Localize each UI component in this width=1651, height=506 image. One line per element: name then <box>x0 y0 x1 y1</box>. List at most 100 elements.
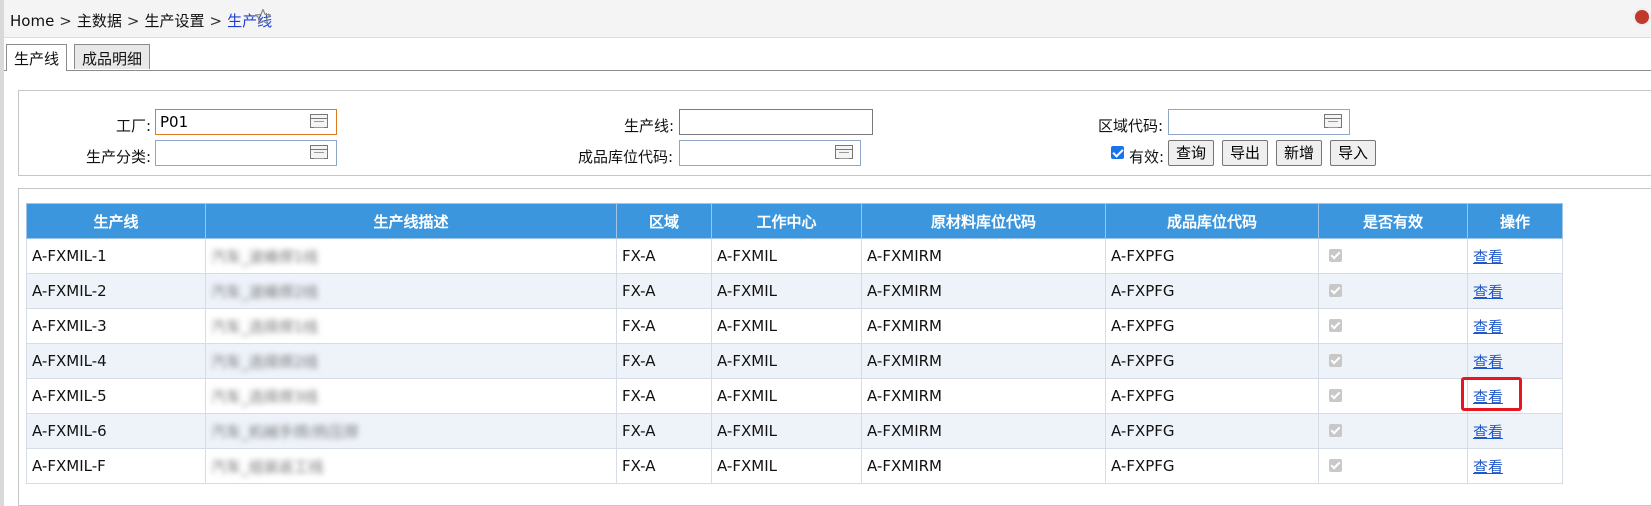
cell-production-line-text: A-FXMIL-3 <box>32 317 107 335</box>
cell-raw-material-location-text: A-FXMIRM <box>867 317 942 335</box>
cell-production-line: A-FXMIL-2 <box>26 273 206 309</box>
cell-description-text: 汽车_波峰焊1线 <box>211 247 319 266</box>
production-category-label: 生产分类: <box>86 148 152 166</box>
table-header-row: 生产线 生产线描述 区域 工作中心 原材料库位代码 成品库位代码 是否有效 操作 <box>26 203 1563 239</box>
table-row[interactable]: A-FXMIL-6 汽车_机械手焊/热压焊 FX-A A-FXMIL A-FXMIRM A… <box>26 413 1563 449</box>
cell-product-location-text: A-FXPFG <box>1111 387 1175 405</box>
product-location-label: 成品库位代码: <box>578 148 674 166</box>
cell-work-center: A-FXMIL <box>711 238 862 274</box>
production-line-label: 生产线: <box>624 117 675 135</box>
column-header[interactable]: 工作中心 <box>711 203 862 239</box>
star-outline-icon[interactable] <box>254 8 272 26</box>
left-frame-edge <box>0 0 4 506</box>
disabled-checkbox-icon <box>1329 249 1342 262</box>
cell-work-center-text: A-FXMIL <box>717 247 777 265</box>
cell-description: 汽车_选择焊2线 <box>205 343 617 379</box>
breadcrumb-production-settings[interactable]: 生产设置 <box>144 12 204 30</box>
cell-work-center-text: A-FXMIL <box>717 317 777 335</box>
add-button[interactable]: 新增 <box>1276 140 1323 166</box>
cell-valid <box>1318 308 1468 344</box>
breadcrumb-separator: > <box>59 12 72 30</box>
query-button[interactable]: 查询 <box>1168 140 1215 166</box>
view-link[interactable]: 查看 <box>1473 248 1503 266</box>
cell-raw-material-location: A-FXMIRM <box>861 238 1106 274</box>
column-header[interactable]: 原材料库位代码 <box>861 203 1106 239</box>
view-link[interactable]: 查看 <box>1473 458 1503 476</box>
view-link[interactable]: 查看 <box>1473 283 1503 301</box>
calendar-icon[interactable] <box>835 145 853 159</box>
production-line-input[interactable] <box>679 109 873 135</box>
column-header[interactable]: 区域 <box>616 203 712 239</box>
cell-raw-material-location: A-FXMIRM <box>861 448 1106 484</box>
cell-production-line: A-FXMIL-1 <box>26 238 206 274</box>
table-row[interactable]: A-FXMIL-1 汽车_波峰焊1线 FX-A A-FXMIL A-FXMIRM A-FX… <box>26 238 1563 274</box>
view-link[interactable]: 查看 <box>1473 318 1503 336</box>
cell-product-location-text: A-FXPFG <box>1111 352 1175 370</box>
area-code-input[interactable] <box>1168 109 1350 135</box>
cell-area-text: FX-A <box>622 352 656 370</box>
cell-work-center: A-FXMIL <box>711 413 862 449</box>
disabled-checkbox-icon <box>1329 284 1342 297</box>
disabled-checkbox-icon <box>1329 319 1342 332</box>
cell-product-location-text: A-FXPFG <box>1111 422 1175 440</box>
breadcrumb: Home > 主数据 > 生产设置 > 生产线 <box>10 10 272 31</box>
table-row[interactable]: A-FXMIL-5 汽车_选择焊3线 FX-A A-FXMIL A-FXMIRM A-FX… <box>26 378 1563 414</box>
table-row[interactable]: A-FXMIL-4 汽车_选择焊2线 FX-A A-FXMIL A-FXMIRM A-FX… <box>26 343 1563 379</box>
cell-production-line: A-FXMIL-5 <box>26 378 206 414</box>
column-header[interactable]: 是否有效 <box>1318 203 1468 239</box>
cell-action: 查看 <box>1467 343 1563 379</box>
cell-valid <box>1318 378 1468 414</box>
cell-area: FX-A <box>616 273 712 309</box>
cell-description: 汽车_波峰焊1线 <box>205 238 617 274</box>
table-row[interactable]: A-FXMIL-3 汽车_选择焊1线 FX-A A-FXMIL A-FXMIRM A-FX… <box>26 308 1563 344</box>
cell-product-location: A-FXPFG <box>1105 413 1319 449</box>
breadcrumb-master-data[interactable]: 主数据 <box>77 12 122 30</box>
cell-description: 汽车_选择焊1线 <box>205 308 617 344</box>
tab-production-line[interactable]: 生产线 <box>6 44 68 71</box>
cell-production-line-text: A-FXMIL-1 <box>32 247 107 265</box>
cell-production-line: A-FXMIL-4 <box>26 343 206 379</box>
cell-production-line: A-FXMIL-3 <box>26 308 206 344</box>
valid-checkbox[interactable] <box>1111 146 1124 159</box>
cell-product-location: A-FXPFG <box>1105 378 1319 414</box>
cell-area-text: FX-A <box>622 457 656 475</box>
import-button[interactable]: 导入 <box>1330 140 1377 166</box>
cell-raw-material-location: A-FXMIRM <box>861 378 1106 414</box>
cell-raw-material-location: A-FXMIRM <box>861 273 1106 309</box>
cell-product-location: A-FXPFG <box>1105 238 1319 274</box>
column-header[interactable]: 成品库位代码 <box>1105 203 1319 239</box>
cell-product-location-text: A-FXPFG <box>1111 457 1175 475</box>
cell-action: 查看 <box>1467 308 1563 344</box>
column-header[interactable]: 生产线 <box>26 203 206 239</box>
cell-description: 汽车_组装返工线 <box>205 448 617 484</box>
calendar-icon[interactable] <box>310 114 328 128</box>
factory-label: 工厂: <box>116 117 152 135</box>
column-header[interactable]: 操作 <box>1467 203 1563 239</box>
table-row[interactable]: A-FXMIL-2 汽车_波峰焊2线 FX-A A-FXMIL A-FXMIRM A-FX… <box>26 273 1563 309</box>
cell-product-location: A-FXPFG <box>1105 308 1319 344</box>
cell-area-text: FX-A <box>622 387 656 405</box>
disabled-checkbox-icon <box>1329 459 1342 472</box>
cell-area: FX-A <box>616 378 712 414</box>
cell-work-center: A-FXMIL <box>711 273 862 309</box>
calendar-icon[interactable] <box>1324 114 1342 128</box>
tab-product-detail[interactable]: 成品明细 <box>74 44 151 69</box>
view-link[interactable]: 查看 <box>1473 423 1503 441</box>
column-header[interactable]: 生产线描述 <box>205 203 617 239</box>
product-location-input[interactable] <box>679 140 861 166</box>
cell-raw-material-location-text: A-FXMIRM <box>867 352 942 370</box>
cell-area-text: FX-A <box>622 317 656 335</box>
breadcrumb-home[interactable]: Home <box>10 12 54 30</box>
cell-work-center: A-FXMIL <box>711 308 862 344</box>
table-row[interactable]: A-FXMIL-F 汽车_组装返工线 FX-A A-FXMIL A-FXMIRM A-FX… <box>26 448 1563 484</box>
view-link[interactable]: 查看 <box>1473 353 1503 371</box>
cell-product-location: A-FXPFG <box>1105 343 1319 379</box>
view-link[interactable]: 查看 <box>1473 388 1503 406</box>
export-button[interactable]: 导出 <box>1222 140 1269 166</box>
disabled-checkbox-icon <box>1329 389 1342 402</box>
disabled-checkbox-icon <box>1329 424 1342 437</box>
cell-valid <box>1318 413 1468 449</box>
cell-area: FX-A <box>616 308 712 344</box>
cell-production-line-text: A-FXMIL-6 <box>32 422 107 440</box>
calendar-icon[interactable] <box>310 145 328 159</box>
